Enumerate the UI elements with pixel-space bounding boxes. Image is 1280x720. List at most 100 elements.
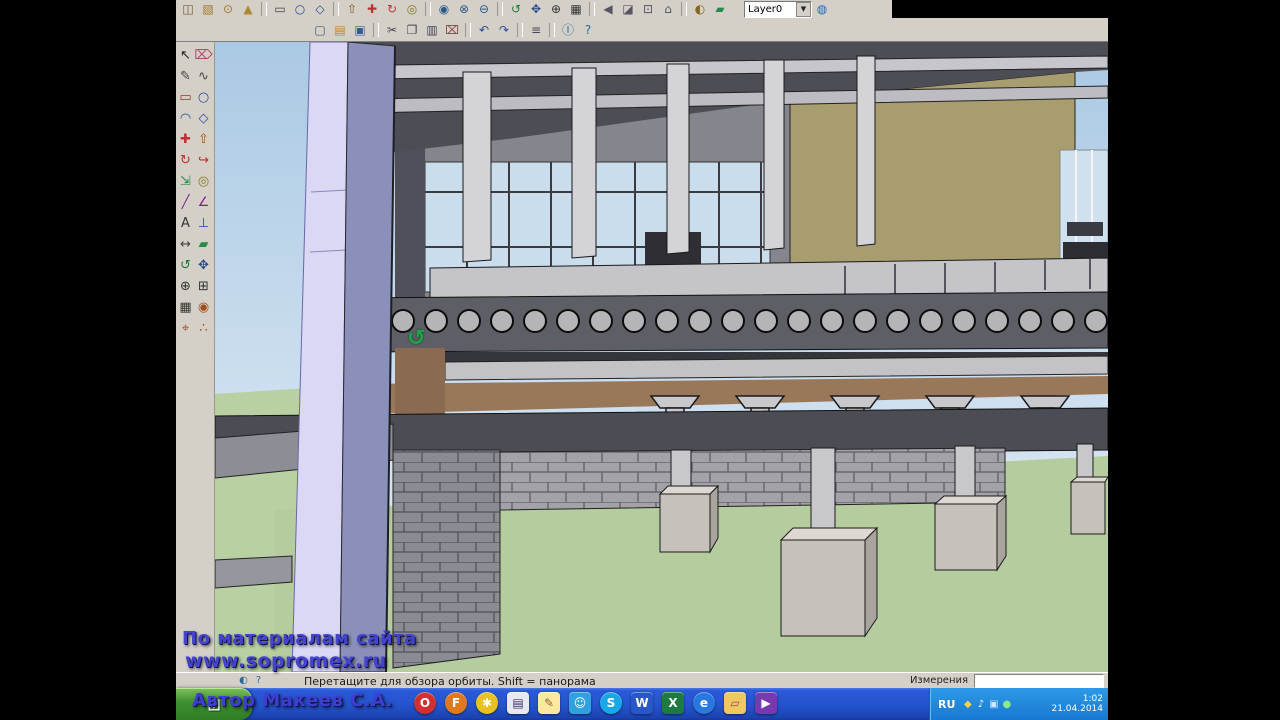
rotate-icon[interactable]: ↻	[177, 150, 194, 170]
rectangle-tool-icon[interactable]: ▭	[271, 1, 289, 17]
dimension-icon[interactable]: ↔	[177, 234, 194, 254]
text-icon[interactable]: A	[177, 213, 194, 233]
notepad-icon[interactable]: ▤	[507, 692, 529, 714]
freehand-icon[interactable]: ∿	[195, 66, 212, 86]
skype-icon[interactable]: S	[600, 692, 622, 714]
separator	[465, 22, 471, 37]
layer-dropdown-value: Layer0	[748, 3, 783, 15]
help-icon[interactable]: ?	[579, 22, 597, 38]
media-player-icon[interactable]: ▶	[755, 692, 777, 714]
pan-icon[interactable]: ✥	[195, 255, 212, 275]
measurements-input[interactable]	[974, 674, 1104, 688]
walk-icon[interactable]: ∴	[195, 318, 212, 338]
layer-manager-icon[interactable]: ◍	[813, 1, 831, 17]
scale-icon[interactable]: ⇲	[177, 171, 194, 191]
box-tool-icon[interactable]: ▧	[199, 1, 217, 17]
cylinder-tool-icon[interactable]: ⊙	[219, 1, 237, 17]
shield-icon[interactable]: ◆	[961, 697, 974, 711]
arc-icon[interactable]: ◠	[177, 108, 194, 128]
orbit-icon[interactable]: ↺	[507, 1, 525, 17]
erase-icon[interactable]: ⌧	[443, 22, 461, 38]
model-svg	[215, 42, 1108, 672]
paste-icon[interactable]: ▥	[423, 22, 441, 38]
circle-icon[interactable]: ○	[195, 87, 212, 107]
tape-measure-icon[interactable]: ╱	[177, 192, 194, 212]
geolocation-icon[interactable]: ◐	[236, 673, 251, 688]
zoom-window-icon[interactable]: ⊞	[195, 276, 212, 296]
pencil-icon[interactable]: ✎	[538, 692, 560, 714]
offset-icon[interactable]: ◎	[195, 171, 212, 191]
move-icon[interactable]: ✚	[177, 129, 194, 149]
new-icon[interactable]: ▢	[311, 22, 329, 38]
outer-shell-icon[interactable]: ◉	[435, 1, 453, 17]
orbit-icon[interactable]: ↺	[177, 255, 194, 275]
open-icon[interactable]: ▤	[331, 22, 349, 38]
protractor-icon[interactable]: ∠	[195, 192, 212, 212]
look-around-icon[interactable]: ⌖	[177, 318, 194, 338]
ie-icon[interactable]: e	[693, 692, 715, 714]
iso-view-icon[interactable]: ◪	[619, 1, 637, 17]
folder-icon[interactable]: ▱	[724, 692, 746, 714]
help-status-icon[interactable]: ?	[251, 673, 266, 688]
excel-icon[interactable]: X	[662, 692, 684, 714]
3d-viewport[interactable]: ↺	[215, 42, 1108, 672]
tray-clock[interactable]: 1:02 21.04.2014	[1051, 694, 1103, 714]
offset-icon[interactable]: ◎	[403, 1, 421, 17]
language-indicator[interactable]: RU	[938, 698, 955, 711]
circle-tool-icon[interactable]: ○	[291, 1, 309, 17]
messenger-icon[interactable]: ☺	[569, 692, 591, 714]
chat-icon[interactable]: ✱	[476, 692, 498, 714]
rectangle-icon[interactable]: ▭	[177, 87, 194, 107]
print-icon[interactable]: ≡	[527, 22, 545, 38]
front-view-icon[interactable]: ⌂	[659, 1, 677, 17]
pan-icon[interactable]: ✥	[527, 1, 545, 17]
zoom-icon[interactable]: ⊕	[547, 1, 565, 17]
screen: ◫ ▧ ⊙ ▲ ▭ ○ ◇ ⇧ ✚ ↻ ◎ ◉ ⊗ ⊖ ↺ ✥ ⊕ ▦ ◀ ◪ ⊡ ⌂ ◐ ▰ Layer0 ▼ ◍ ▢ ▤ ▣ ✂…	[0, 0, 1280, 720]
model-info-icon[interactable]: Ⓘ	[559, 22, 577, 38]
shadows-icon[interactable]: ◐	[691, 1, 709, 17]
firefox-icon[interactable]: F	[445, 692, 467, 714]
cut-icon[interactable]: ✂	[383, 22, 401, 38]
zoom-icon[interactable]: ⊕	[177, 276, 194, 296]
zoom-extents-icon[interactable]: ▦	[177, 297, 194, 317]
network-icon[interactable]: ▣	[987, 697, 1000, 711]
move-icon[interactable]: ✚	[363, 1, 381, 17]
left-ledge	[215, 555, 293, 589]
previous-view-icon[interactable]: ◀	[599, 1, 617, 17]
polygon-icon[interactable]: ◇	[195, 108, 212, 128]
sketchup-window: ◫ ▧ ⊙ ▲ ▭ ○ ◇ ⇧ ✚ ↻ ◎ ◉ ⊗ ⊖ ↺ ✥ ⊕ ▦ ◀ ◪ ⊡ ⌂ ◐ ▰ Layer0 ▼ ◍ ▢ ▤ ▣ ✂…	[176, 0, 1108, 720]
rotate-icon[interactable]: ↻	[383, 1, 401, 17]
volume-icon[interactable]: ♪	[974, 697, 987, 711]
redo-icon[interactable]: ↷	[495, 22, 513, 38]
measurements-label: Измерения	[909, 675, 968, 686]
watermark-url: www.sopromex.ru	[185, 650, 387, 672]
make-component-icon[interactable]: ◫	[179, 1, 197, 17]
word-icon[interactable]: W	[631, 692, 653, 714]
layer-dropdown[interactable]: Layer0 ▼	[744, 0, 812, 18]
undo-icon[interactable]: ↶	[475, 22, 493, 38]
zoom-extents-icon[interactable]: ▦	[567, 1, 585, 17]
select-icon[interactable]: ↖	[177, 45, 194, 65]
follow-me-icon[interactable]: ↪	[195, 150, 212, 170]
line-icon[interactable]: ✎	[177, 66, 194, 86]
section-plane-icon[interactable]: ▰	[195, 234, 212, 254]
top-view-icon[interactable]: ⊡	[639, 1, 657, 17]
push-pull-icon[interactable]: ⇧	[195, 129, 212, 149]
slab-voids	[358, 309, 1108, 333]
intersect-icon[interactable]: ⊗	[455, 1, 473, 17]
axes-icon[interactable]: ⊥	[195, 213, 212, 233]
push-pull-icon[interactable]: ⇧	[343, 1, 361, 17]
safely-remove-icon[interactable]: ●	[1000, 697, 1013, 711]
cone-tool-icon[interactable]: ▲	[239, 1, 257, 17]
section-plane-icon[interactable]: ▰	[711, 1, 729, 17]
save-icon[interactable]: ▣	[351, 22, 369, 38]
position-camera-icon[interactable]: ◉	[195, 297, 212, 317]
opera-icon[interactable]: O	[414, 692, 436, 714]
status-icons: ◐?	[236, 673, 266, 688]
watermark-author: Автор Макеев С.А.	[192, 690, 393, 711]
copy-icon[interactable]: ❐	[403, 22, 421, 38]
eraser-icon[interactable]: ⌦	[194, 45, 212, 65]
chevron-down-icon[interactable]: ▼	[796, 1, 811, 17]
subtract-icon[interactable]: ⊖	[475, 1, 493, 17]
polygon-tool-icon[interactable]: ◇	[311, 1, 329, 17]
